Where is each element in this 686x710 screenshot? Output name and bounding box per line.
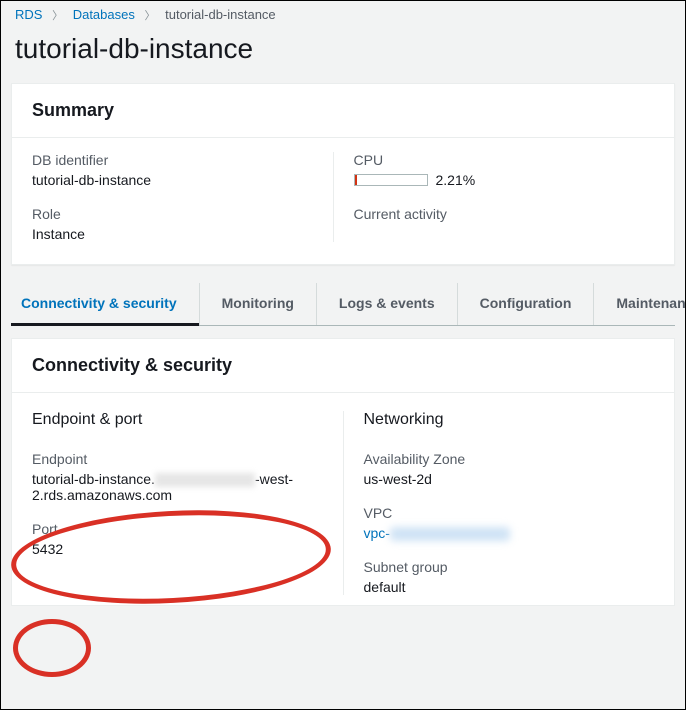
redacted-blur: [390, 527, 510, 541]
tab-bar: Connectivity & security Monitoring Logs …: [11, 283, 675, 326]
vpc-link[interactable]: vpc-: [364, 525, 510, 541]
endpoint-label: Endpoint: [32, 451, 323, 467]
subnet-label: Subnet group: [364, 559, 655, 575]
tab-configuration[interactable]: Configuration: [457, 283, 594, 325]
tab-logs[interactable]: Logs & events: [316, 283, 457, 325]
tab-maintenance[interactable]: Maintenanc: [593, 283, 686, 325]
connectivity-heading: Connectivity & security: [12, 339, 674, 393]
chevron-right-icon: 〉: [52, 10, 63, 22]
vpc-label: VPC: [364, 505, 655, 521]
role-label: Role: [32, 206, 313, 222]
cpu-bar: [354, 174, 428, 186]
az-label: Availability Zone: [364, 451, 655, 467]
tab-connectivity[interactable]: Connectivity & security: [11, 283, 199, 326]
db-identifier-label: DB identifier: [32, 152, 313, 168]
summary-col-right: CPU 2.21% Current activity: [334, 152, 655, 242]
vpc-value: vpc-: [364, 525, 655, 541]
networking-col: Networking Availability Zone us-west-2d …: [344, 411, 655, 595]
summary-heading: Summary: [12, 84, 674, 138]
chevron-right-icon: 〉: [144, 10, 155, 22]
vpc-prefix: vpc-: [364, 525, 390, 541]
role-value: Instance: [32, 226, 313, 242]
endpoint-port-heading: Endpoint & port: [32, 411, 323, 429]
breadcrumb-current: tutorial-db-instance: [165, 7, 276, 22]
redacted-blur: [155, 473, 255, 487]
breadcrumb: RDS 〉 Databases 〉 tutorial-db-instance: [1, 1, 685, 27]
annotation-ellipse-port: [13, 619, 91, 677]
breadcrumb-databases[interactable]: Databases: [73, 7, 135, 22]
current-activity-label: Current activity: [354, 206, 635, 222]
cpu-label: CPU: [354, 152, 635, 168]
cpu-percent: 2.21%: [436, 172, 476, 188]
cpu-value-row: 2.21%: [354, 172, 635, 188]
subnet-value: default: [364, 579, 655, 595]
db-identifier-value: tutorial-db-instance: [32, 172, 313, 188]
endpoint-value: tutorial-db-instance.-west-2.rds.amazona…: [32, 471, 323, 503]
port-label: Port: [32, 521, 323, 537]
summary-col-left: DB identifier tutorial-db-instance Role …: [32, 152, 334, 242]
breadcrumb-rds[interactable]: RDS: [15, 7, 42, 22]
summary-panel: Summary DB identifier tutorial-db-instan…: [11, 83, 675, 265]
page-title: tutorial-db-instance: [1, 27, 685, 83]
tab-monitoring[interactable]: Monitoring: [199, 283, 316, 325]
endpoint-prefix: tutorial-db-instance.: [32, 471, 155, 487]
connectivity-panel: Connectivity & security Endpoint & port …: [11, 338, 675, 606]
networking-heading: Networking: [364, 411, 655, 429]
endpoint-port-col: Endpoint & port Endpoint tutorial-db-ins…: [32, 411, 344, 595]
az-value: us-west-2d: [364, 471, 655, 487]
port-value: 5432: [32, 541, 323, 557]
